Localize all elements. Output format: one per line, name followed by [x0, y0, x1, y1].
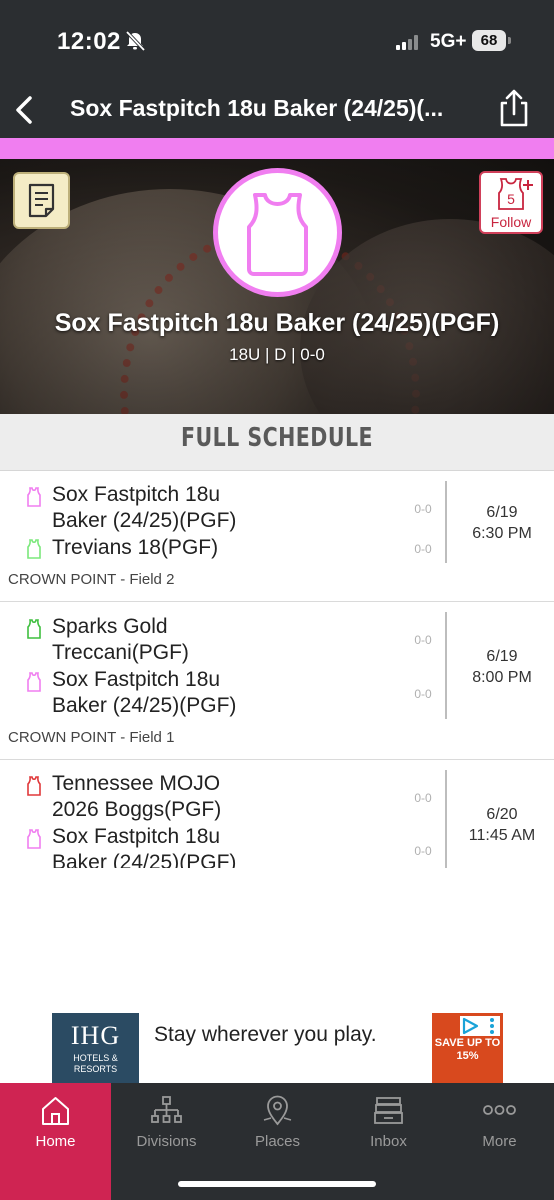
- team2-name: Trevians 18(PGF): [52, 536, 219, 559]
- team1-name: Sox Fastpitch 18u Baker (24/25)(PGF): [52, 482, 372, 534]
- team-name: Sox Fastpitch 18u Baker (24/25)(PGF): [54, 309, 500, 337]
- battery-tip: [508, 37, 511, 44]
- tab-label: Places: [254, 1133, 301, 1150]
- bell-off-icon: [125, 30, 146, 52]
- game-date: 6/19: [486, 504, 518, 521]
- team2-score: 0-0: [414, 542, 432, 556]
- game-time: 6:30 PM: [472, 525, 532, 542]
- team2-line1: Sox Fastpitch 18u: [52, 825, 221, 848]
- game-time: 11:45 AM: [468, 827, 536, 844]
- ad-cta-button[interactable]: SAVE UP TO 15%: [432, 1013, 503, 1083]
- location-pin-icon: [263, 1095, 292, 1126]
- jersey-icon: [27, 829, 41, 849]
- team2-name: Sox Fastpitch 18u Baker (24/25)(PGF): [52, 667, 372, 719]
- game-row[interactable]: Sparks Gold Treccani(PGF) 0-0 Sox Fastpi…: [0, 602, 554, 760]
- game-date: 6/20: [486, 806, 518, 823]
- jersey-icon: [247, 193, 308, 276]
- cellular-signal-icon: [396, 34, 422, 50]
- team1-score: 0-0: [414, 502, 432, 516]
- notes-button[interactable]: [13, 172, 70, 229]
- status-bar: 12:02 5G+ 68: [0, 0, 554, 82]
- ad-brand-logo: IHG HOTELS & RESORTS: [52, 1013, 139, 1083]
- team2-score: 0-0: [414, 844, 432, 858]
- schedule-title: FULL SCHEDULE: [180, 423, 374, 453]
- game-datetime: 6/20 11:45 AM: [452, 804, 552, 846]
- game-divider: [445, 612, 447, 719]
- share-button[interactable]: [496, 86, 532, 130]
- team1-name: Sparks Gold Treccani(PGF): [52, 614, 372, 666]
- back-button[interactable]: [8, 88, 48, 132]
- follow-button[interactable]: 5 Follow: [479, 171, 543, 234]
- jersey-icon: [27, 487, 41, 507]
- share-icon: [500, 89, 528, 127]
- game-datetime: 6/19 8:00 PM: [452, 646, 552, 688]
- ad-cta-text: SAVE UP TO 15%: [434, 1037, 501, 1062]
- game-row[interactable]: Sox Fastpitch 18u Baker (24/25)(PGF) 0-0…: [0, 471, 554, 602]
- jersey-icon: [27, 619, 41, 639]
- game-date: 6/19: [486, 648, 518, 665]
- network-type: 5G+: [430, 31, 467, 52]
- tab-label: Divisions: [136, 1133, 197, 1150]
- ad-brand: IHG: [70, 1021, 121, 1050]
- status-time: 12:02: [57, 28, 121, 55]
- follow-count: 5: [507, 191, 515, 207]
- team2-line1: Sox Fastpitch 18u: [52, 668, 221, 691]
- ad-choices-icon: [460, 1016, 500, 1036]
- game-venue: CROWN POINT - Field 2: [8, 571, 175, 588]
- team1-score: 0-0: [414, 791, 432, 805]
- team-jersey-logo: [213, 168, 342, 297]
- more-dots-icon: [483, 1105, 516, 1115]
- team1-line2: Baker (24/25)(PGF): [52, 509, 237, 532]
- home-indicator[interactable]: [178, 1181, 376, 1187]
- tab-home[interactable]: Home: [0, 1083, 111, 1200]
- tab-label: More: [482, 1133, 517, 1150]
- notes-icon: [28, 183, 55, 218]
- jersey-icon: [27, 776, 41, 796]
- jersey-icon: [27, 672, 41, 692]
- game-time: 8:00 PM: [472, 669, 532, 686]
- tab-label: Home: [35, 1133, 76, 1150]
- tab-label: Inbox: [370, 1133, 407, 1150]
- team1-name: Tennessee MOJO 2026 Boggs(PGF): [52, 771, 372, 823]
- game-row[interactable]: Tennessee MOJO 2026 Boggs(PGF) 0-0 Sox F…: [0, 760, 554, 868]
- nav-title: Sox Fastpitch 18u Baker (24/25)(...: [70, 95, 444, 121]
- team-hero: 5 Follow Sox Fastpitch 18u Baker (24/25)…: [0, 159, 554, 414]
- team1-line1: Sparks Gold: [52, 615, 168, 638]
- games-list[interactable]: Sox Fastpitch 18u Baker (24/25)(PGF) 0-0…: [0, 471, 554, 868]
- team2-score: 0-0: [414, 687, 432, 701]
- home-icon: [42, 1097, 69, 1125]
- follow-jersey-icon: 5: [498, 178, 533, 210]
- tab-more[interactable]: More: [444, 1083, 554, 1200]
- team1-line1: Tennessee MOJO: [52, 772, 221, 795]
- game-divider: [445, 481, 447, 563]
- divisions-icon: [151, 1096, 182, 1123]
- team1-line1: Sox Fastpitch 18u: [52, 483, 221, 506]
- nav-bar: Sox Fastpitch 18u Baker (24/25)(...: [0, 82, 554, 138]
- ad-text: Stay wherever you play.: [154, 1023, 377, 1046]
- follow-label: Follow: [490, 214, 532, 230]
- game-divider: [445, 770, 447, 868]
- team2-line2: Baker (24/25)(PGF): [52, 851, 237, 868]
- ad-brand-sub1: HOTELS &: [73, 1053, 118, 1063]
- ad-brand-sub2: RESORTS: [73, 1064, 118, 1074]
- team1-line2: Treccani(PGF): [52, 641, 189, 664]
- team1-line2: 2026 Boggs(PGF): [52, 798, 222, 821]
- schedule-header: FULL SCHEDULE: [0, 414, 554, 471]
- team-color-strip: [0, 138, 554, 159]
- battery-indicator: 68: [472, 30, 506, 51]
- game-venue: CROWN POINT - Field 1: [8, 729, 175, 746]
- team2-name: Sox Fastpitch 18u Baker (24/25)(PGF): [52, 824, 372, 868]
- chevron-left-icon: [16, 96, 32, 124]
- game-datetime: 6/19 6:30 PM: [452, 502, 552, 544]
- team2-line2: Baker (24/25)(PGF): [52, 694, 237, 717]
- inbox-icon: [374, 1097, 403, 1124]
- team1-score: 0-0: [414, 633, 432, 647]
- ad-banner[interactable]: IHG HOTELS & RESORTS Stay wherever you p…: [52, 1013, 503, 1083]
- jersey-icon: [27, 539, 41, 559]
- team-meta: 18U | D | 0-0: [229, 345, 325, 364]
